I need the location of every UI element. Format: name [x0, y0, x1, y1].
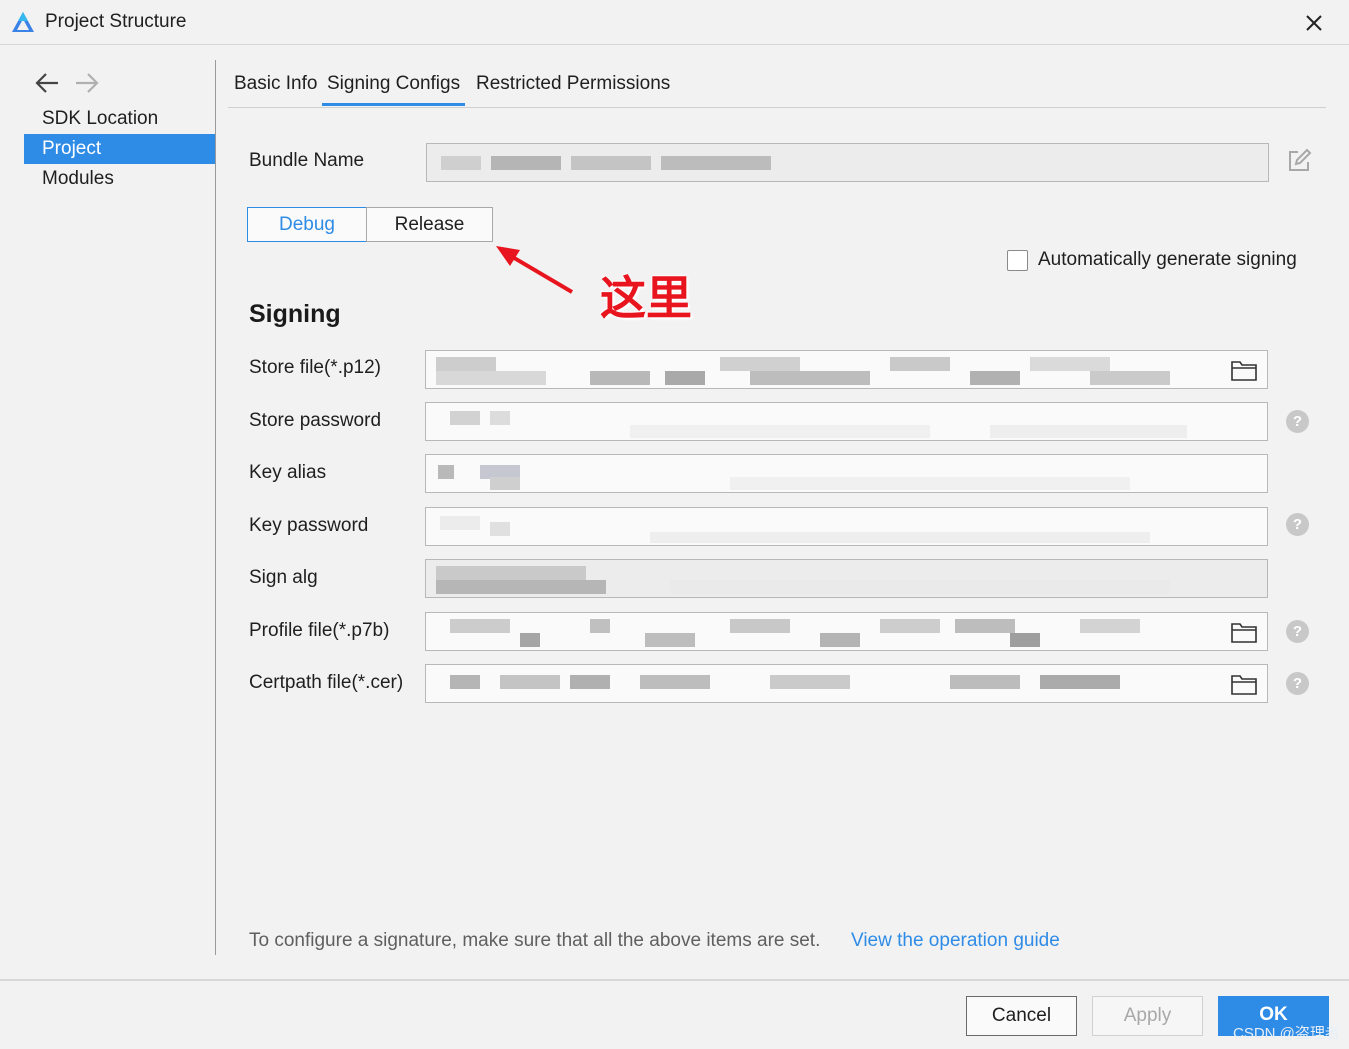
store-file-field[interactable]	[425, 350, 1268, 389]
profile-file-field[interactable]	[425, 612, 1268, 651]
key-alias-label: Key alias	[249, 462, 327, 483]
auto-sign-label: Automatically generate signing	[1038, 249, 1297, 270]
profile-file-label: Profile file(*.p7b)	[249, 620, 390, 641]
edit-icon[interactable]	[1286, 148, 1312, 174]
sidebar-item-sdk-location[interactable]: SDK Location	[24, 104, 216, 134]
signing-section-title: Signing	[249, 300, 341, 328]
help-icon-certpath-file[interactable]: ?	[1286, 672, 1309, 695]
key-password-label: Key password	[249, 515, 369, 536]
redacted-value	[430, 457, 1187, 490]
redacted-value	[430, 667, 1187, 700]
folder-icon[interactable]	[1231, 621, 1257, 643]
store-password-label: Store password	[249, 410, 382, 431]
redacted-value	[430, 405, 1187, 438]
redacted-value	[430, 510, 1187, 543]
sign-alg-field	[425, 559, 1268, 598]
redacted-value	[430, 562, 1187, 595]
key-password-field[interactable]	[425, 507, 1268, 546]
redacted-value	[430, 353, 1187, 386]
certpath-file-field[interactable]	[425, 664, 1268, 703]
signature-hint-text: To configure a signature, make sure that…	[249, 930, 821, 951]
watermark: CSDN @盗理者	[1233, 1025, 1340, 1042]
help-icon-key-password[interactable]: ?	[1286, 513, 1309, 536]
debug-tab-button[interactable]: Debug	[247, 207, 367, 242]
tabs-divider	[228, 107, 1326, 108]
certpath-file-label: Certpath file(*.cer)	[249, 672, 404, 693]
sign-alg-label: Sign alg	[249, 567, 318, 588]
cancel-button[interactable]: Cancel	[966, 996, 1077, 1036]
tab-restricted-permissions[interactable]: Restricted Permissions	[476, 70, 670, 106]
bundle-name-field[interactable]	[426, 143, 1269, 182]
tab-basic-info[interactable]: Basic Info	[234, 70, 317, 106]
tab-signing-configs[interactable]: Signing Configs	[322, 70, 466, 106]
help-icon-store-password[interactable]: ?	[1286, 410, 1309, 433]
store-file-label: Store file(*.p12)	[249, 357, 382, 378]
operation-guide-link[interactable]: View the operation guide	[851, 930, 1060, 952]
bundle-name-label: Bundle Name	[249, 150, 365, 171]
key-alias-field[interactable]	[425, 454, 1268, 493]
apply-button[interactable]: Apply	[1092, 996, 1203, 1036]
back-arrow-icon[interactable]	[34, 70, 60, 96]
annotation-arrow-icon	[496, 246, 574, 294]
folder-icon[interactable]	[1231, 673, 1257, 695]
forward-arrow-icon[interactable]	[74, 70, 100, 96]
annotation-label: 这里	[600, 271, 692, 325]
redacted-bundle-name	[431, 146, 1188, 179]
store-password-field[interactable]	[425, 402, 1268, 441]
title-bar: Project Structure	[0, 0, 1349, 45]
window-title: Project Structure	[45, 11, 187, 32]
sidebar-divider	[215, 60, 216, 955]
redacted-value	[430, 615, 1187, 648]
release-tab-button[interactable]: Release	[366, 207, 493, 242]
close-icon[interactable]	[1300, 9, 1328, 37]
folder-icon[interactable]	[1231, 359, 1257, 381]
help-icon-profile-file[interactable]: ?	[1286, 620, 1309, 643]
auto-sign-checkbox[interactable]	[1007, 250, 1028, 271]
app-logo-icon	[12, 12, 34, 32]
sidebar-item-project[interactable]: Project	[24, 134, 216, 164]
bottom-divider	[0, 979, 1349, 981]
sidebar-item-modules[interactable]: Modules	[24, 164, 216, 194]
